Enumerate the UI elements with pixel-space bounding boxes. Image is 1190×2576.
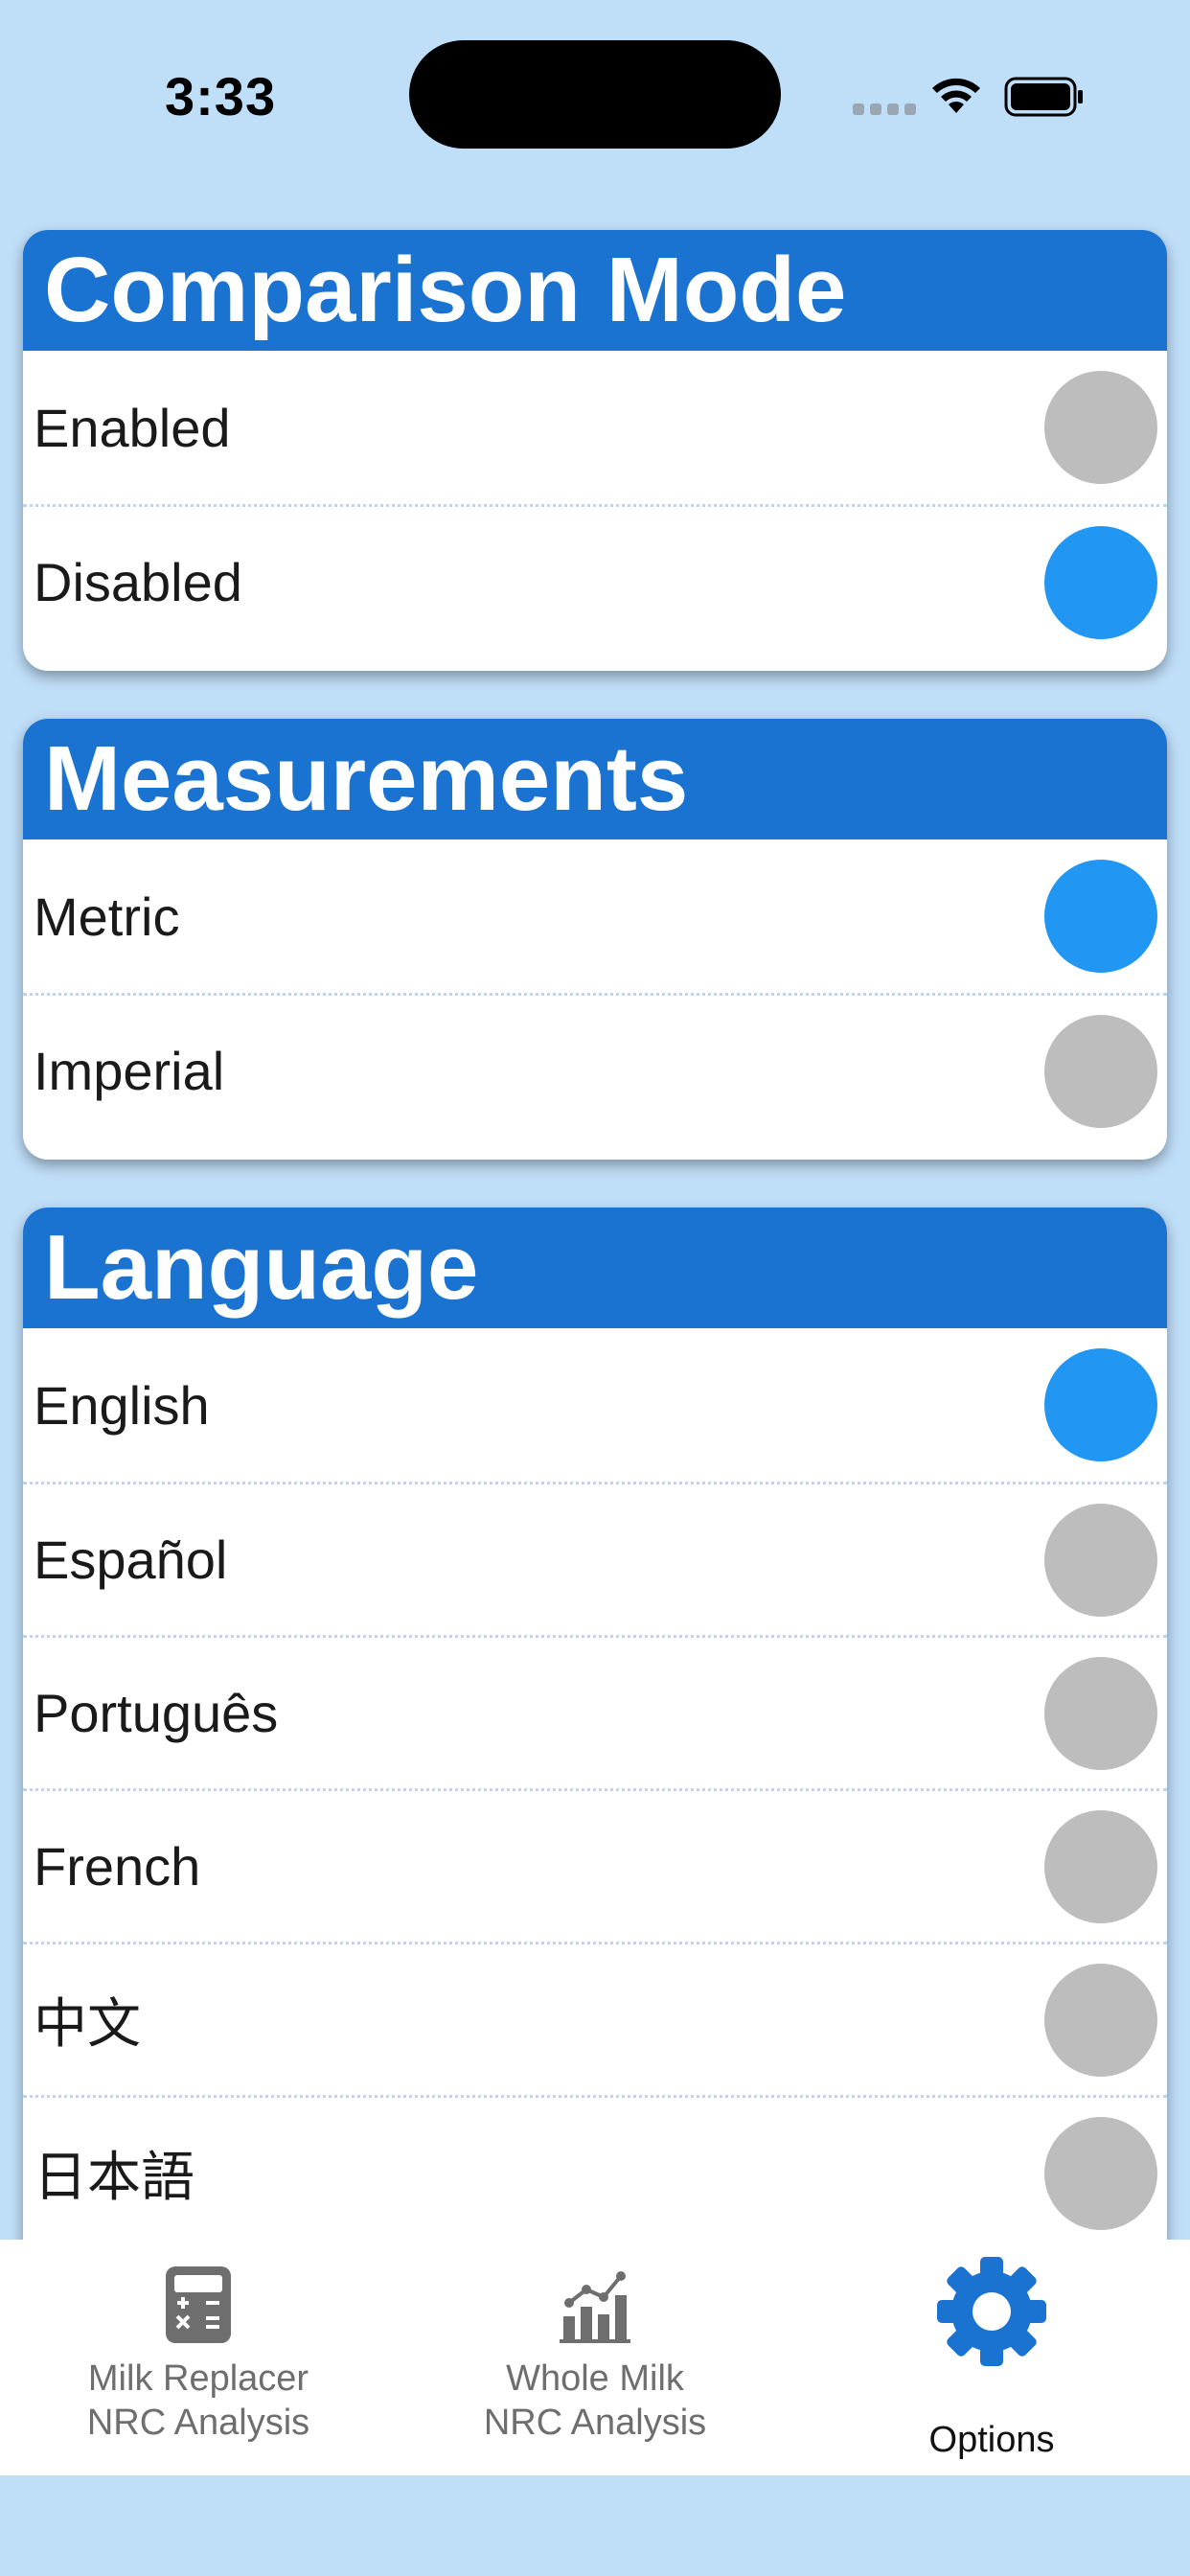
option-label: Português: [34, 1683, 279, 1743]
radio-toggle[interactable]: [1044, 2116, 1157, 2230]
tab-label: Milk Replacer NRC Analysis: [86, 2358, 310, 2443]
language-card: Language English Español Português Frenc…: [23, 1208, 1167, 2262]
option-label: Disabled: [34, 552, 242, 612]
language-option-espanol[interactable]: Español: [23, 1482, 1167, 1635]
tab-label: Whole Milk NRC Analysis: [483, 2358, 707, 2443]
cellular-signal-icon: [853, 104, 916, 115]
option-label: 日本語: [34, 2147, 195, 2207]
option-label: 中文: [34, 1993, 141, 2054]
gear-icon: [937, 2257, 1046, 2366]
language-option-portugues[interactable]: Português: [23, 1635, 1167, 1788]
option-label: French: [34, 1836, 201, 1897]
language-option-japanese[interactable]: 日本語: [23, 2095, 1167, 2248]
bottom-safe-area: [0, 2475, 1190, 2576]
measurement-option-metric[interactable]: Metric: [23, 840, 1167, 993]
radio-toggle[interactable]: [1044, 371, 1157, 484]
language-option-english[interactable]: English: [23, 1328, 1167, 1482]
language-title: Language: [23, 1208, 1167, 1328]
radio-toggle[interactable]: [1044, 1963, 1157, 2077]
comparison-mode-card: Comparison Mode Enabled Disabled: [23, 230, 1167, 671]
measurement-option-imperial[interactable]: Imperial: [23, 993, 1167, 1146]
battery-icon: [1004, 77, 1083, 117]
tab-whole-milk[interactable]: Whole Milk NRC Analysis: [397, 2240, 793, 2475]
radio-toggle[interactable]: [1044, 1503, 1157, 1617]
option-label: Enabled: [34, 397, 231, 458]
wifi-icon: [932, 78, 980, 113]
calculator-icon: [166, 2266, 231, 2343]
comparison-option-disabled[interactable]: Disabled: [23, 504, 1167, 657]
radio-toggle[interactable]: [1044, 1656, 1157, 1770]
chart-icon: [560, 2271, 630, 2343]
radio-toggle[interactable]: [1044, 1809, 1157, 1923]
measurements-card: Measurements Metric Imperial: [23, 719, 1167, 1160]
option-label: Español: [34, 1530, 228, 1590]
comparison-mode-title: Comparison Mode: [23, 230, 1167, 351]
dynamic-island: [409, 40, 781, 149]
language-option-french[interactable]: French: [23, 1788, 1167, 1942]
radio-toggle[interactable]: [1044, 860, 1157, 973]
measurements-title: Measurements: [23, 719, 1167, 840]
option-label: Imperial: [34, 1041, 225, 1101]
comparison-option-enabled[interactable]: Enabled: [23, 351, 1167, 504]
radio-toggle[interactable]: [1044, 525, 1157, 639]
status-bar: 3:33: [0, 0, 1190, 182]
option-label: Metric: [34, 886, 180, 947]
tab-milk-replacer[interactable]: Milk Replacer NRC Analysis: [0, 2240, 397, 2475]
option-label: English: [34, 1374, 210, 1436]
tab-bar: Milk Replacer NRC Analysis Whole Milk NR…: [0, 2240, 1190, 2475]
radio-toggle[interactable]: [1044, 1014, 1157, 1128]
status-time: 3:33: [165, 66, 277, 126]
radio-toggle[interactable]: [1044, 1348, 1157, 1461]
tab-options[interactable]: Options: [793, 2240, 1190, 2475]
tab-label: Options: [928, 2420, 1055, 2460]
language-option-chinese[interactable]: 中文: [23, 1942, 1167, 2095]
